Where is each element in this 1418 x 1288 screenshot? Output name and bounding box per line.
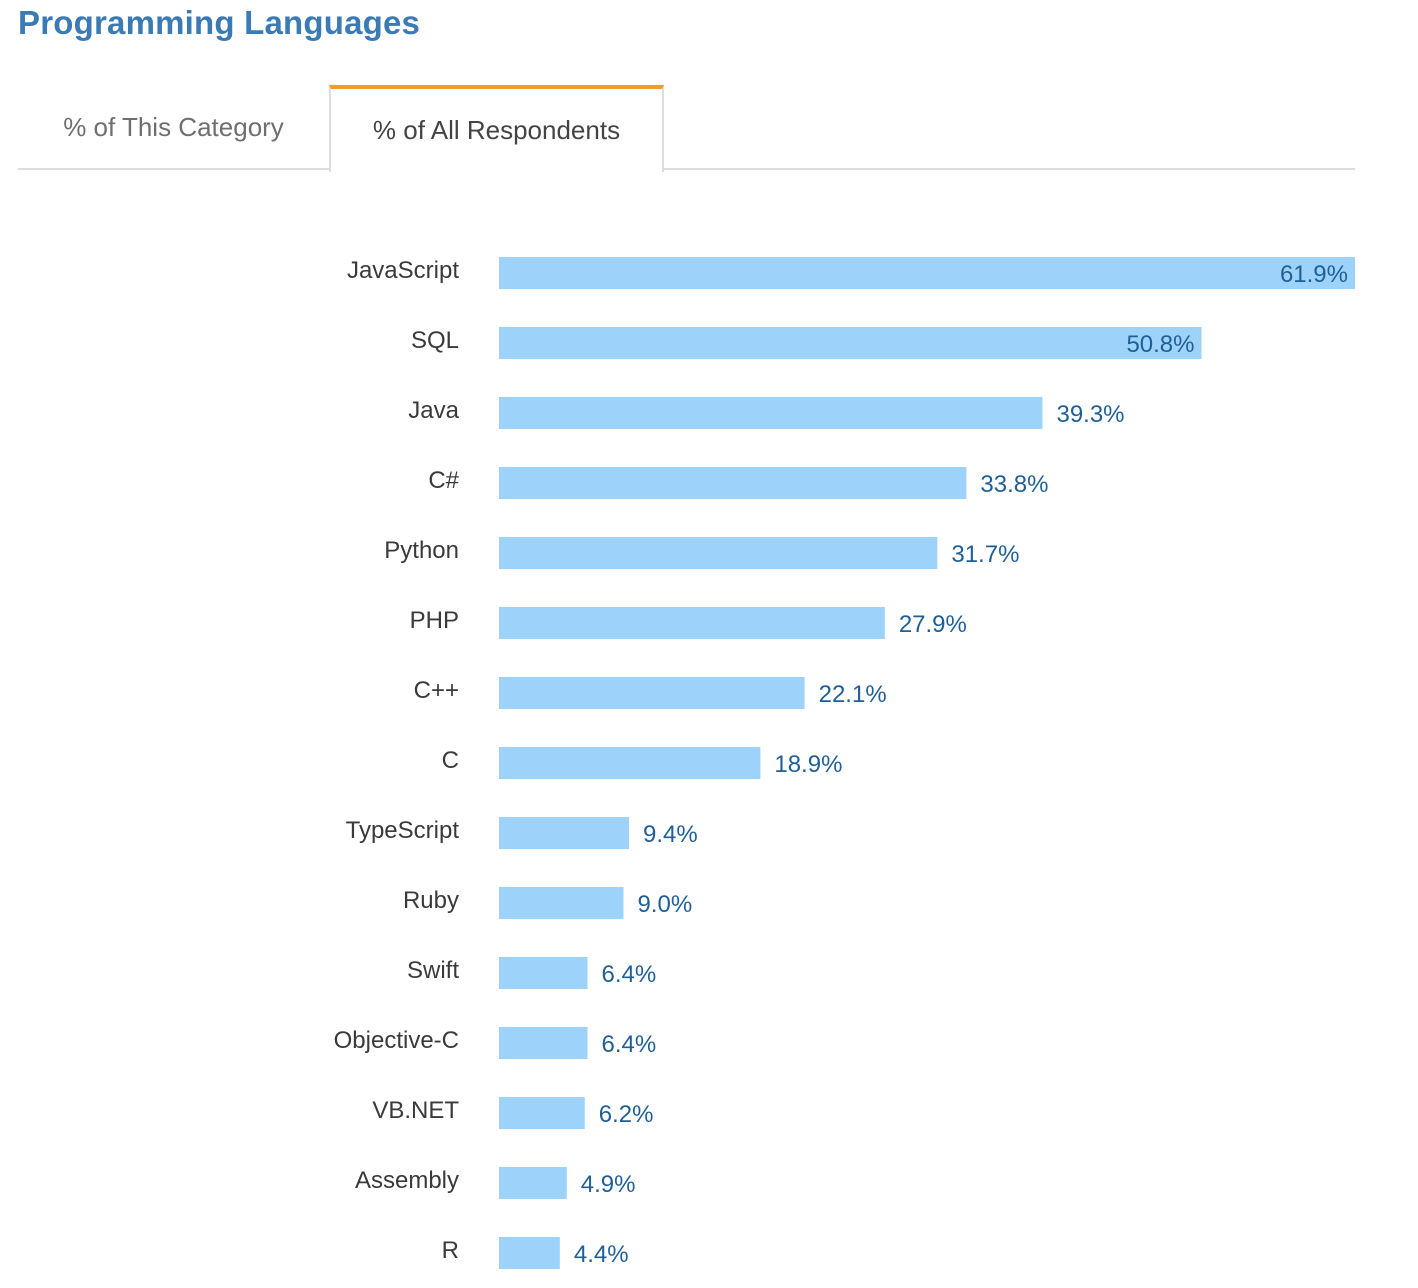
bar [499, 677, 805, 709]
bar [499, 957, 588, 989]
bar [499, 257, 1355, 289]
bar-chart: JavaScript 61.9% SQL 50.8% Java 39.3% C# 33.8% P… [334, 257, 1355, 1269]
value-label: 22.1% [819, 681, 887, 708]
bar-row: Java 39.3% [408, 397, 1125, 429]
bar-row: Swift 6.4% [407, 957, 656, 989]
value-label: 9.4% [643, 821, 698, 848]
bar-row: JavaScript 61.9% [347, 257, 1355, 289]
value-label: 6.2% [599, 1101, 654, 1128]
category-label: C++ [414, 677, 459, 704]
category-label: Swift [407, 957, 459, 984]
value-label: 9.0% [637, 891, 692, 918]
bar [499, 747, 761, 779]
bar [499, 397, 1043, 429]
category-label: VB.NET [372, 1097, 459, 1124]
bar [499, 1097, 585, 1129]
category-label: TypeScript [346, 817, 460, 844]
bar-row: C 18.9% [442, 747, 842, 779]
bar [499, 327, 1202, 359]
category-label: C# [428, 467, 459, 494]
bar [499, 817, 629, 849]
category-label: R [442, 1237, 459, 1264]
bar [499, 1237, 560, 1269]
bar-row: Ruby 9.0% [403, 887, 692, 919]
bar-row: SQL 50.8% [411, 327, 1202, 359]
bar-row: R 4.4% [442, 1237, 629, 1269]
bar-row: Python 31.7% [384, 537, 1019, 569]
value-label: 39.3% [1056, 401, 1124, 428]
bar [499, 467, 967, 499]
value-label: 6.4% [602, 1031, 657, 1058]
category-label: Ruby [403, 887, 459, 914]
value-label: 4.9% [581, 1171, 636, 1198]
category-label: Java [408, 397, 459, 424]
value-label: 61.9% [1280, 261, 1348, 288]
bar [499, 1027, 588, 1059]
value-label: 31.7% [951, 541, 1019, 568]
category-label: JavaScript [347, 257, 459, 284]
category-label: PHP [410, 607, 459, 634]
bar-row: Assembly 4.9% [355, 1167, 635, 1199]
category-label: Assembly [355, 1167, 459, 1194]
category-label: C [442, 747, 459, 774]
bar-row: VB.NET 6.2% [372, 1097, 653, 1129]
value-label: 33.8% [980, 471, 1048, 498]
bar-row: Objective-C 6.4% [334, 1027, 657, 1059]
bar-row: C++ 22.1% [414, 677, 887, 709]
category-label: Objective-C [334, 1027, 459, 1054]
value-label: 50.8% [1126, 331, 1194, 358]
bar [499, 537, 938, 569]
value-label: 4.4% [574, 1241, 629, 1268]
category-label: SQL [411, 327, 459, 354]
bar-row: TypeScript 9.4% [346, 817, 698, 849]
bar-row: C# 33.8% [428, 467, 1048, 499]
category-label: Python [384, 537, 459, 564]
value-label: 6.4% [602, 961, 657, 988]
bar [499, 887, 624, 919]
value-label: 27.9% [899, 611, 967, 638]
bar [499, 1167, 567, 1199]
bar-row: PHP 27.9% [410, 607, 967, 639]
value-label: 18.9% [774, 751, 842, 778]
bar [499, 607, 885, 639]
